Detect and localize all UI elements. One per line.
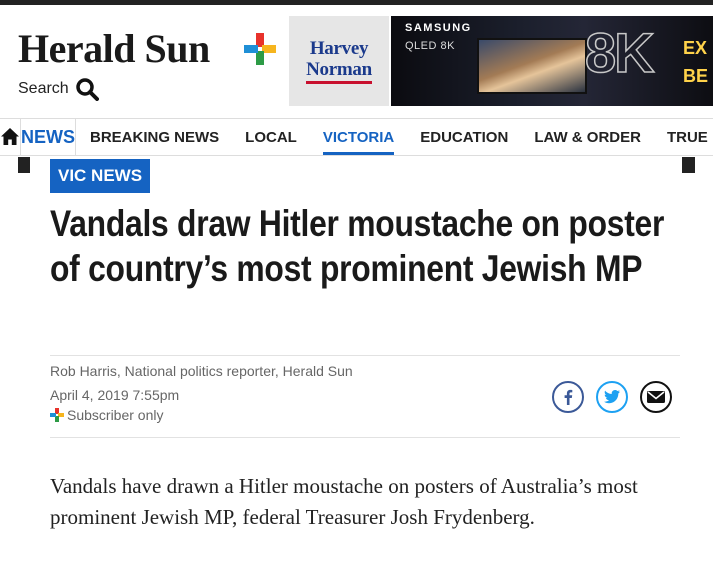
- email-icon: [647, 391, 665, 403]
- harvey-norman-line1: Harvey: [309, 38, 369, 59]
- article-headline: Vandals draw Hitler moustache on poster …: [50, 203, 665, 289]
- subscriber-label: Subscriber only: [67, 407, 164, 423]
- harvey-norman-ad[interactable]: Harvey Norman: [289, 16, 389, 106]
- nav-item-breaking-news[interactable]: BREAKING NEWS: [76, 119, 232, 155]
- search-button[interactable]: Search: [18, 77, 99, 101]
- twitter-icon: [604, 390, 620, 404]
- byline[interactable]: Rob Harris, National politics reporter, …: [50, 363, 353, 379]
- article-intro: Vandals have drawn a Hitler moustache on…: [50, 474, 638, 529]
- tv-image: [477, 38, 587, 94]
- article: VIC NEWS Vandals draw Hitler moustache o…: [30, 157, 682, 585]
- samsung-ad[interactable]: SAMSUNG QLED 8K 8K EX BE: [391, 16, 713, 106]
- search-label: Search: [18, 80, 69, 97]
- divider: [50, 437, 680, 438]
- samsung-8k-badge: 8K: [584, 20, 655, 85]
- subscriber-badge: Subscriber only: [50, 407, 164, 423]
- publish-date: April 4, 2019 7:55pm: [50, 387, 180, 403]
- samsung-cta-line2: BE: [683, 66, 709, 86]
- harvey-norman-line2: Norman: [306, 59, 372, 80]
- nav-item-education[interactable]: EDUCATION: [407, 119, 521, 155]
- share-twitter-button[interactable]: [596, 381, 628, 413]
- nav-item-victoria[interactable]: VICTORIA: [310, 119, 407, 155]
- nav-item-law-order[interactable]: LAW & ORDER: [521, 119, 654, 155]
- share-facebook-button[interactable]: [552, 381, 584, 413]
- masthead: Herald Sun Search Harvey Norman SAMSUNG …: [0, 5, 713, 115]
- brand-plus-icon: [244, 33, 276, 65]
- nav-item-local[interactable]: LOCAL: [232, 119, 310, 155]
- nav-item-true[interactable]: TRUE: [654, 119, 713, 155]
- samsung-product: QLED 8K: [405, 40, 455, 52]
- nav-home[interactable]: [0, 119, 20, 155]
- section-tag[interactable]: VIC NEWS: [50, 159, 151, 193]
- share-email-button[interactable]: [640, 381, 672, 413]
- samsung-cta: EX BE: [683, 34, 708, 90]
- facebook-icon: [564, 389, 573, 405]
- home-icon: [1, 128, 19, 145]
- main-nav: NEWS BREAKING NEWS LOCAL VICTORIA EDUCAT…: [0, 118, 713, 156]
- nav-section-news[interactable]: NEWS: [20, 119, 76, 155]
- divider: [50, 355, 680, 356]
- samsung-brand: SAMSUNG: [405, 22, 472, 34]
- search-icon: [75, 78, 99, 101]
- herald-sun-logo[interactable]: Herald Sun: [18, 25, 210, 72]
- subscriber-plus-icon: [50, 408, 64, 422]
- harvey-norman-logo: Harvey Norman: [306, 38, 372, 84]
- samsung-cta-line1: EX: [683, 38, 708, 58]
